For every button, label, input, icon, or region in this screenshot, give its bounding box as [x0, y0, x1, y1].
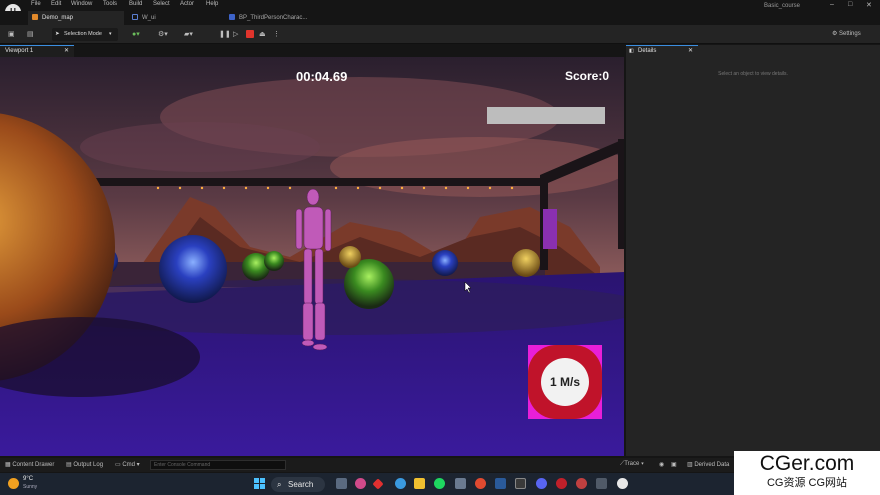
windows-start-icon[interactable] [254, 478, 265, 489]
tab-viewport[interactable]: Viewport 1 ✕ [0, 45, 74, 57]
sun-icon [8, 478, 19, 489]
spotify-icon[interactable] [434, 478, 445, 489]
speed-widget: 1 M/s [528, 345, 602, 419]
tab-w-ui[interactable]: W_ui [128, 11, 218, 25]
menu-select[interactable]: Select [153, 1, 170, 7]
output-log-label: Output Log [73, 462, 104, 468]
output-log-button[interactable]: ▤ Output Log [66, 461, 103, 468]
steam-icon[interactable] [495, 478, 506, 489]
record-icon[interactable]: ◉ [659, 461, 664, 468]
library-icon[interactable] [455, 478, 466, 489]
details-icon: ◧ [629, 48, 634, 54]
tab-label: W_ui [142, 15, 156, 21]
close-tab-icon[interactable]: ✕ [64, 46, 69, 57]
widget-icon [132, 14, 138, 21]
hud-score: Score:0 [565, 69, 610, 83]
watermark: CGer.com CG资源 CG网站 [734, 451, 880, 495]
derived-data-button[interactable]: ▥ Derived Data [687, 461, 729, 468]
save-icon[interactable]: ▣ [8, 29, 15, 40]
chrome-icon[interactable] [475, 478, 486, 489]
app-window-icon[interactable] [596, 478, 607, 489]
menu-tools[interactable]: Tools [103, 1, 117, 7]
app-settings-icon[interactable] [576, 478, 587, 489]
step-icon[interactable]: ▷ [233, 29, 238, 40]
tab-demo-map[interactable]: Demo_map [28, 11, 124, 25]
settings-label: Settings [839, 31, 861, 37]
watermark-subtitle: CG资源 CG网站 [766, 477, 848, 489]
speed-readout: 1 M/s [541, 358, 589, 406]
content-drawer-label: Content Drawer [12, 462, 55, 468]
close-icon[interactable]: ✕ [866, 1, 872, 9]
discord-icon[interactable] [536, 478, 547, 489]
game-viewport[interactable]: 00:04.69 Score:0 1 M/s [0, 57, 624, 456]
taskbar-search[interactable]: ⌕ Search [271, 477, 325, 492]
unreal-taskbar-icon[interactable] [617, 478, 628, 489]
blueprint-menu-icon[interactable]: ⚙▾ [158, 29, 168, 40]
menu-file[interactable]: File [31, 1, 41, 7]
details-panel [626, 45, 880, 456]
chevron-down-icon: ▾ [109, 31, 112, 37]
details-tab-label: Details [638, 48, 657, 54]
tab-bp-third-person[interactable]: BP_ThirdPersonCharac... [225, 11, 335, 25]
maximize-icon[interactable]: □ [848, 1, 852, 8]
watermark-title: CGer.com [759, 452, 855, 475]
file-explorer-icon[interactable] [414, 478, 425, 489]
search-label: Search [288, 480, 314, 489]
add-actor-icon[interactable]: ●▾ [132, 29, 140, 40]
cinematics-icon[interactable]: ▰▾ [184, 29, 193, 40]
pause-icon[interactable]: ❚❚ [219, 29, 231, 40]
console-command-input[interactable]: Enter Console Command [150, 460, 286, 470]
blueprint-icon [229, 14, 235, 21]
tab-label: Demo_map [42, 15, 74, 21]
content-drawer-button[interactable]: ▦ Content Drawer [5, 461, 54, 468]
details-empty-message: Select an object to view details. [718, 71, 788, 77]
app-t-icon[interactable] [556, 478, 567, 489]
tab-label: BP_ThirdPersonCharac... [239, 15, 308, 21]
selection-mode-label: Selection Mode [64, 31, 102, 37]
derived-data-label: Derived Data [694, 462, 730, 468]
settings-button[interactable]: ⚙ Settings [832, 29, 861, 40]
cursor-icon: ➤ [55, 31, 60, 37]
gear-icon: ⚙ [832, 31, 840, 37]
task-view-icon[interactable] [336, 478, 347, 489]
project-name: Basic_course [764, 3, 801, 9]
more-options-icon[interactable]: ⋮ [273, 29, 280, 40]
selection-mode-dropdown[interactable]: ➤ Selection Mode ▾ [52, 28, 118, 41]
menu-build[interactable]: Build [129, 1, 142, 7]
edge-icon[interactable] [395, 478, 406, 489]
stop-icon[interactable] [246, 30, 254, 38]
cmd-dropdown[interactable]: ▭ Cmd ▾ [115, 461, 140, 468]
viewport-tab-label: Viewport 1 [5, 48, 34, 54]
trace-dropdown[interactable]: ⟋Trace ▾ [620, 461, 644, 468]
menu-help[interactable]: Help [206, 1, 218, 7]
screenshot-icon[interactable]: ▣ [671, 461, 677, 468]
tab-details[interactable]: ◧ Details ✕ [626, 45, 698, 57]
content-icon[interactable]: ▤ [27, 29, 34, 40]
terminal-app-icon[interactable] [515, 478, 526, 489]
copilot-icon[interactable] [355, 478, 366, 489]
minimize-icon[interactable]: – [830, 1, 834, 8]
menu-window[interactable]: Window [71, 1, 92, 7]
hud-progress-bar [487, 107, 605, 124]
close-details-icon[interactable]: ✕ [688, 46, 693, 57]
menu-actor[interactable]: Actor [180, 1, 194, 7]
eject-icon[interactable]: ⏏ [259, 29, 266, 40]
cmd-label: Cmd [122, 462, 136, 468]
map-icon [32, 14, 38, 21]
hud-timer: 00:04.69 [296, 69, 348, 84]
weather-temp: 9°C [23, 476, 34, 482]
menu-edit[interactable]: Edit [51, 1, 61, 7]
weather-condition: Sunny [23, 484, 38, 490]
search-icon: ⌕ [277, 480, 282, 489]
trace-label: Trace [624, 461, 640, 467]
